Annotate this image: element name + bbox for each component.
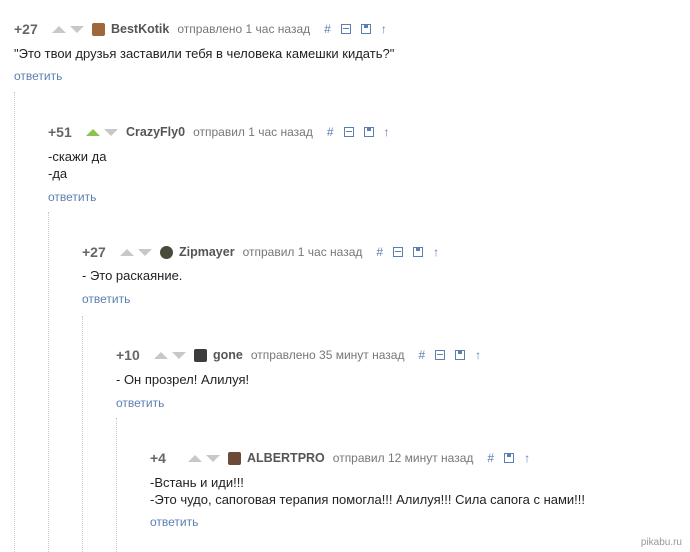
comment-rating: +10 [116, 347, 140, 363]
comment-time: отправлено 35 минут назад [250, 348, 405, 362]
comment-author[interactable]: BestKotik [111, 22, 169, 36]
upvote-icon[interactable] [120, 248, 134, 256]
parent-arrow-icon[interactable]: ↑ [381, 22, 387, 36]
downvote-icon[interactable] [206, 454, 220, 462]
comment-body: - Он прозрел! Алилуя! [116, 371, 491, 388]
comment-rating: +27 [82, 244, 106, 260]
upvote-icon[interactable] [154, 351, 168, 359]
thread-line [48, 212, 49, 552]
permalink-icon[interactable]: # [327, 125, 334, 139]
reply-link[interactable]: ответить [48, 190, 96, 204]
save-icon[interactable] [360, 24, 371, 34]
comment-text-line: "Это твои друзья заставили тебя в челове… [14, 46, 395, 61]
upvote-icon[interactable] [86, 128, 100, 136]
parent-arrow-icon[interactable]: ↑ [384, 125, 390, 139]
permalink-icon[interactable]: # [418, 348, 425, 362]
save-icon[interactable] [504, 453, 515, 463]
avatar[interactable] [160, 245, 173, 259]
thread-line [82, 316, 83, 552]
avatar[interactable] [194, 348, 207, 362]
comment-text-line: -Это чудо, сапоговая терапия помогла!!! … [150, 492, 586, 507]
comment-body: -Встань и иди!!! -Это чудо, сапоговая те… [150, 474, 585, 508]
collapse-icon[interactable] [435, 350, 446, 360]
parent-arrow-icon[interactable]: ↑ [524, 451, 530, 465]
comment-text-line: -да [48, 166, 68, 181]
comment-body: "Это твои друзья заставили тебя в челове… [14, 45, 397, 62]
reply-link[interactable]: ответить [116, 396, 164, 410]
collapse-icon[interactable] [393, 247, 404, 257]
downvote-icon[interactable] [104, 128, 118, 136]
parent-arrow-icon[interactable]: ↑ [475, 348, 481, 362]
downvote-icon[interactable] [138, 248, 152, 256]
save-icon[interactable] [413, 247, 424, 257]
comment: +27 Zipmayer отправил 1 час назад # ↑ - … [82, 243, 449, 308]
thread-line [116, 418, 117, 552]
permalink-icon[interactable]: # [487, 451, 494, 465]
comment-header: +27 Zipmayer отправил 1 час назад # ↑ [82, 243, 449, 261]
comment-text-line: - Это раскаяние. [82, 268, 183, 283]
downvote-icon[interactable] [70, 25, 84, 33]
watermark: pikabu.ru [640, 537, 682, 548]
comment-text-line: -Встань и иди!!! [150, 475, 244, 490]
save-icon[interactable] [455, 350, 466, 360]
comment-rating: +27 [14, 21, 38, 37]
permalink-icon[interactable]: # [324, 22, 331, 36]
comment-author[interactable]: ALBERTPRO [247, 451, 325, 465]
comment-time: отправил 12 минут назад [332, 451, 474, 465]
upvote-icon[interactable] [52, 25, 66, 33]
comment-text-line: - Он прозрел! Алилуя! [116, 372, 250, 387]
comment: +4 ALBERTPRO отправил 12 минут назад # ↑… [150, 449, 585, 531]
avatar[interactable] [228, 451, 241, 465]
comment-header: +51 CrazyFly0 отправил 1 час назад # ↑ [48, 123, 400, 141]
collapse-icon[interactable] [340, 24, 351, 34]
reply-link[interactable]: ответить [14, 69, 62, 83]
comment-time: отправил 1 час назад [242, 245, 363, 259]
avatar[interactable] [92, 22, 105, 36]
comment-author[interactable]: Zipmayer [179, 245, 235, 259]
comment-rating: +51 [48, 124, 72, 140]
parent-arrow-icon[interactable]: ↑ [433, 245, 439, 259]
reply-link[interactable]: ответить [150, 515, 198, 529]
downvote-icon[interactable] [172, 351, 186, 359]
comment-body: - Это раскаяние. [82, 267, 449, 284]
comment-author[interactable]: gone [213, 348, 243, 362]
comment: +27 BestKotik отправлено 1 час назад # ↑… [14, 20, 397, 85]
permalink-icon[interactable]: # [376, 245, 383, 259]
save-icon[interactable] [363, 127, 374, 137]
comment-header: +10 gone отправлено 35 минут назад # ↑ [116, 346, 491, 364]
comment-header: +27 BestKotik отправлено 1 час назад # ↑ [14, 20, 397, 38]
comment: +10 gone отправлено 35 минут назад # ↑ -… [116, 346, 491, 412]
comment-author[interactable]: CrazyFly0 [126, 125, 185, 139]
comment-text-line: -скажи да [48, 149, 107, 164]
comment: +51 CrazyFly0 отправил 1 час назад # ↑ -… [48, 123, 400, 206]
comment-header: +4 ALBERTPRO отправил 12 минут назад # ↑ [150, 449, 585, 467]
reply-link[interactable]: ответить [82, 292, 130, 306]
thread-line [14, 92, 15, 552]
collapse-icon[interactable] [343, 127, 354, 137]
comment-time: отправлено 1 час назад [177, 22, 311, 36]
comment-time: отправил 1 час назад [193, 125, 313, 139]
comment-rating: +4 [150, 450, 166, 466]
upvote-icon[interactable] [188, 454, 202, 462]
comment-body: -скажи да -да [48, 148, 400, 182]
